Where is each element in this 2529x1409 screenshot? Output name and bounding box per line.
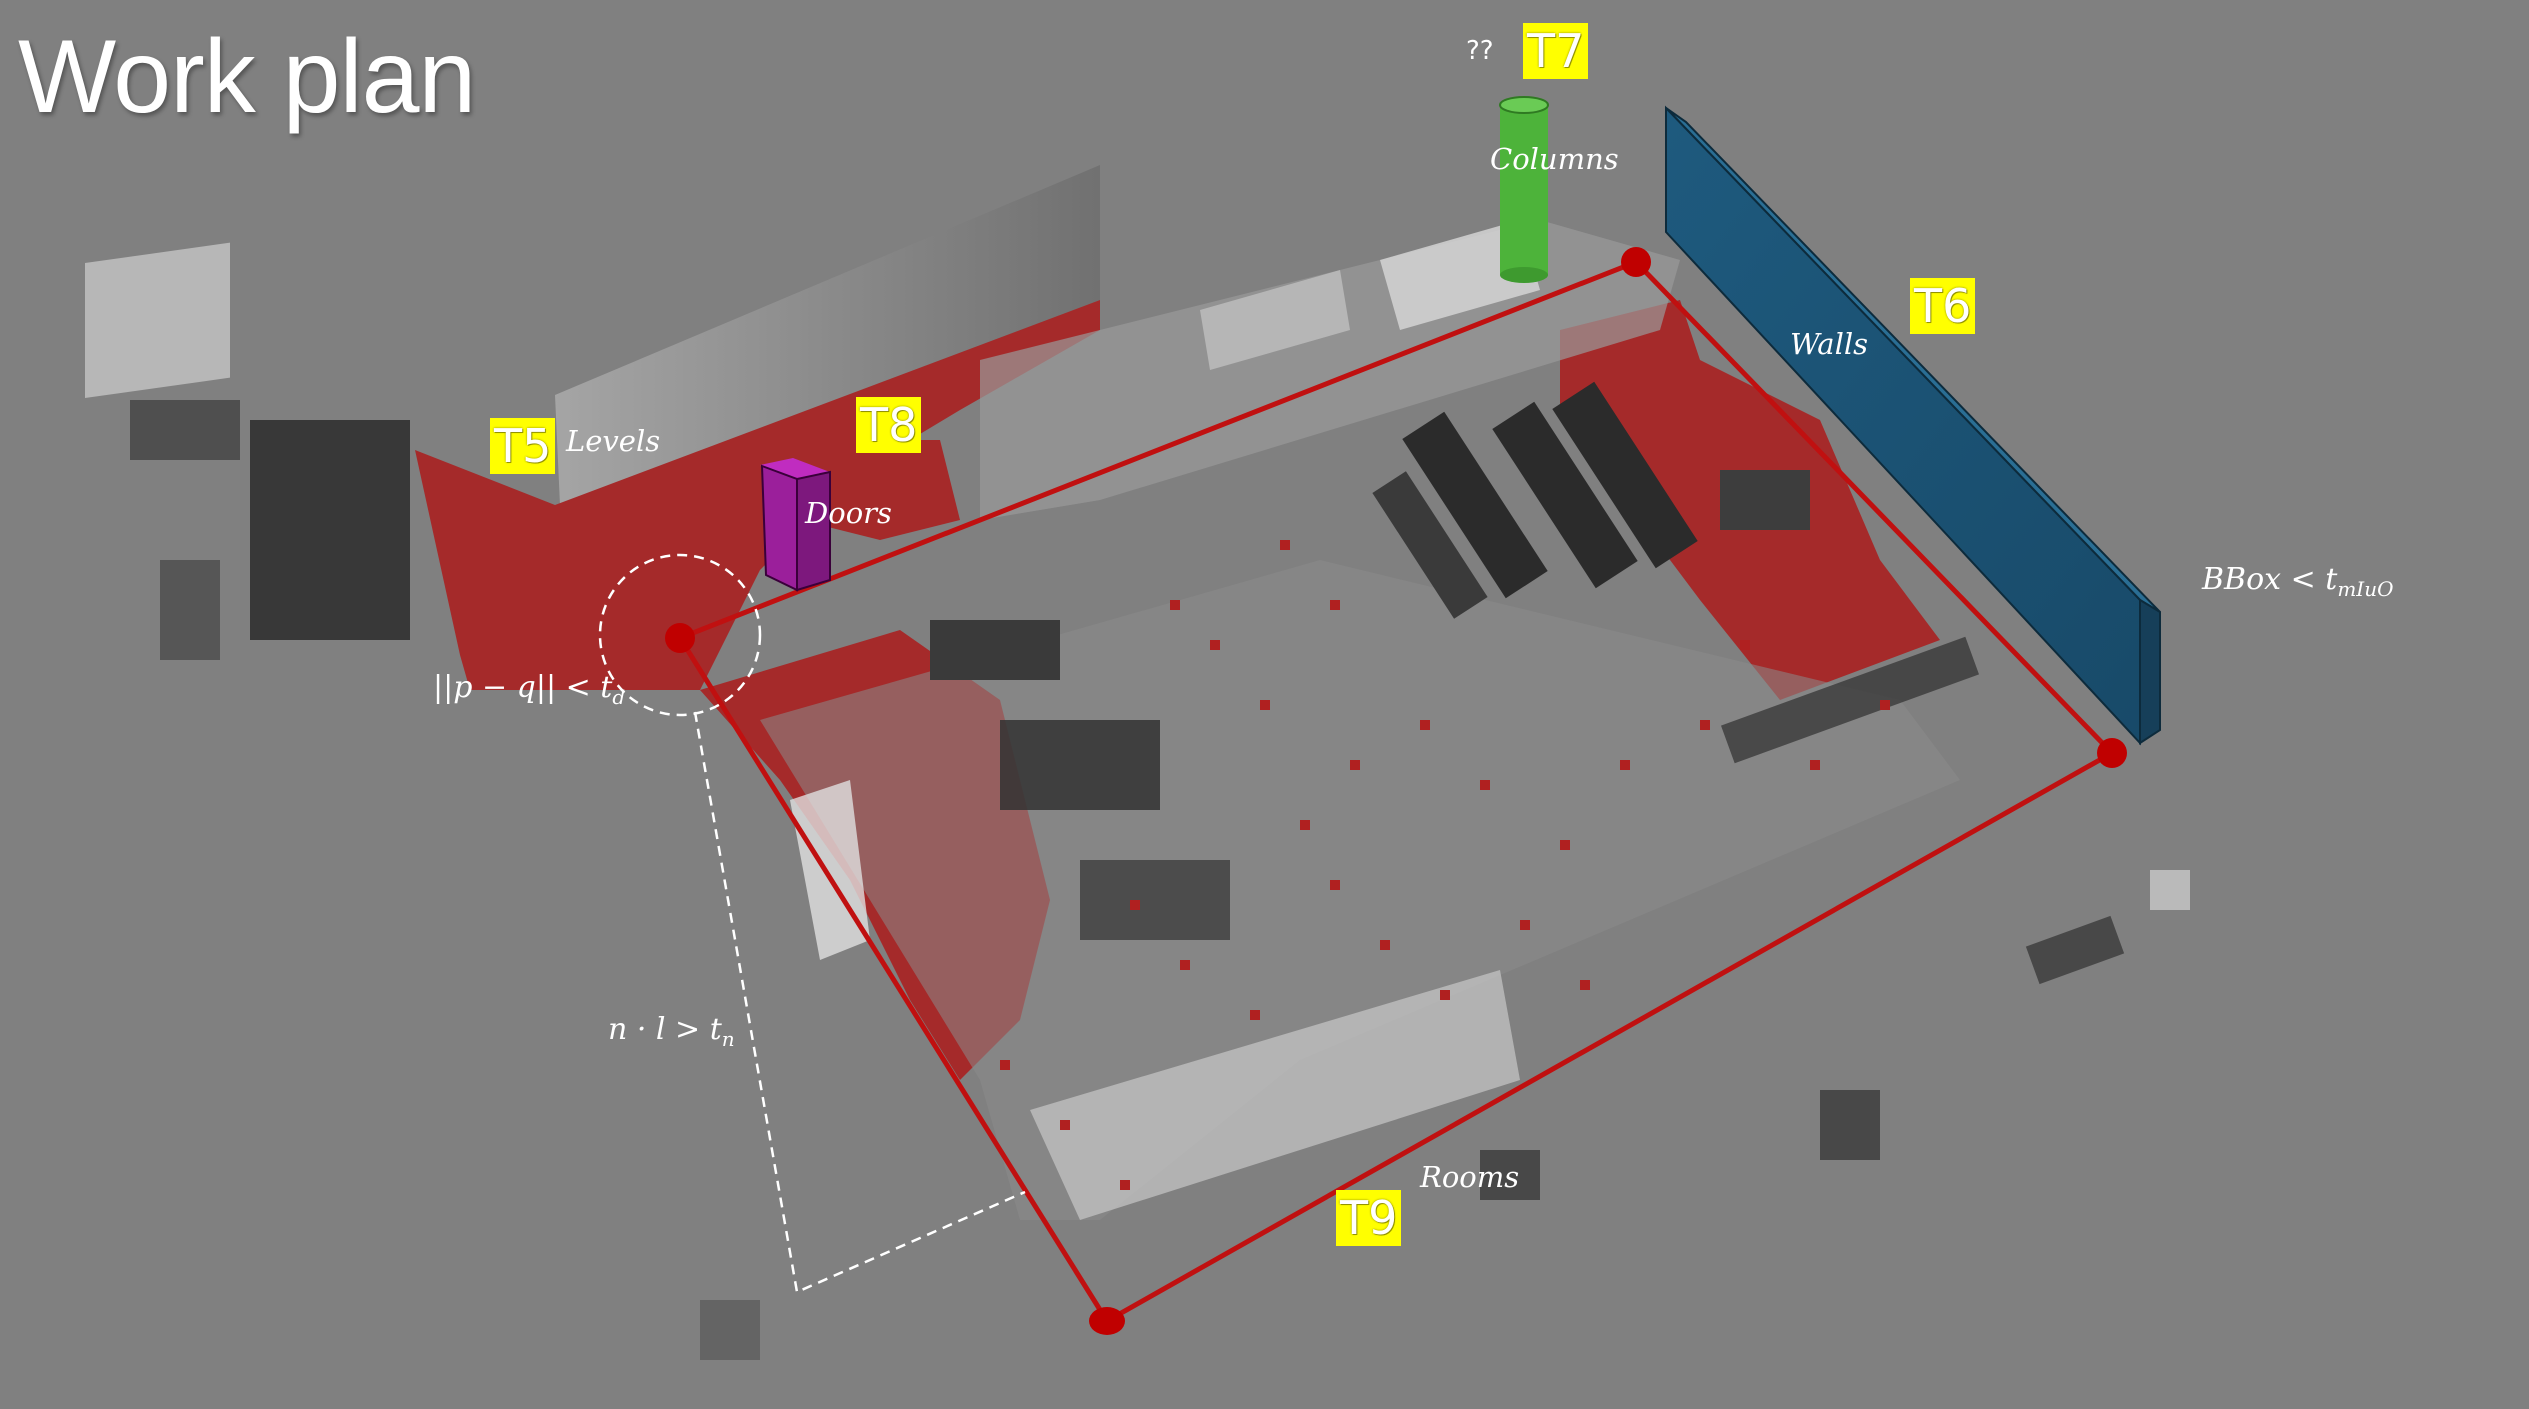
levels-label: Levels [566, 424, 661, 458]
task-tag-t8: T8 [856, 397, 922, 453]
bbox-formula-sub: mIuO [2337, 577, 2394, 601]
bbox-formula: BBox < tmIuO [2202, 562, 2394, 601]
task-tag-t6: T6 [1910, 278, 1976, 334]
task-tag-t9: T9 [1336, 1190, 1402, 1246]
distance-formula-text: ||p − q|| < t [433, 670, 613, 705]
distance-formula-sub: d [612, 685, 626, 709]
rooms-label: Rooms [1420, 1160, 1520, 1194]
task-tag-t5: T5 [490, 418, 556, 474]
column-shape [1499, 96, 1549, 283]
walls-label: Walls [1790, 327, 1869, 361]
page-title: Work plan [18, 19, 476, 135]
normal-formula: n · l > tn [608, 1012, 735, 1051]
left-point-cloud [85, 242, 410, 660]
unknown-label: ?? [1466, 36, 1494, 66]
distance-formula: ||p − q|| < td [433, 670, 625, 709]
normal-formula-text: n · l > t [608, 1012, 722, 1047]
doors-label: Doors [805, 496, 892, 530]
bbox-formula-text: BBox < t [2202, 562, 2338, 597]
task-tag-t7: T7 [1523, 23, 1589, 79]
columns-label: Columns [1490, 142, 1619, 176]
normal-formula-sub: n [721, 1027, 735, 1051]
point-cloud-illustration [85, 96, 2190, 1360]
